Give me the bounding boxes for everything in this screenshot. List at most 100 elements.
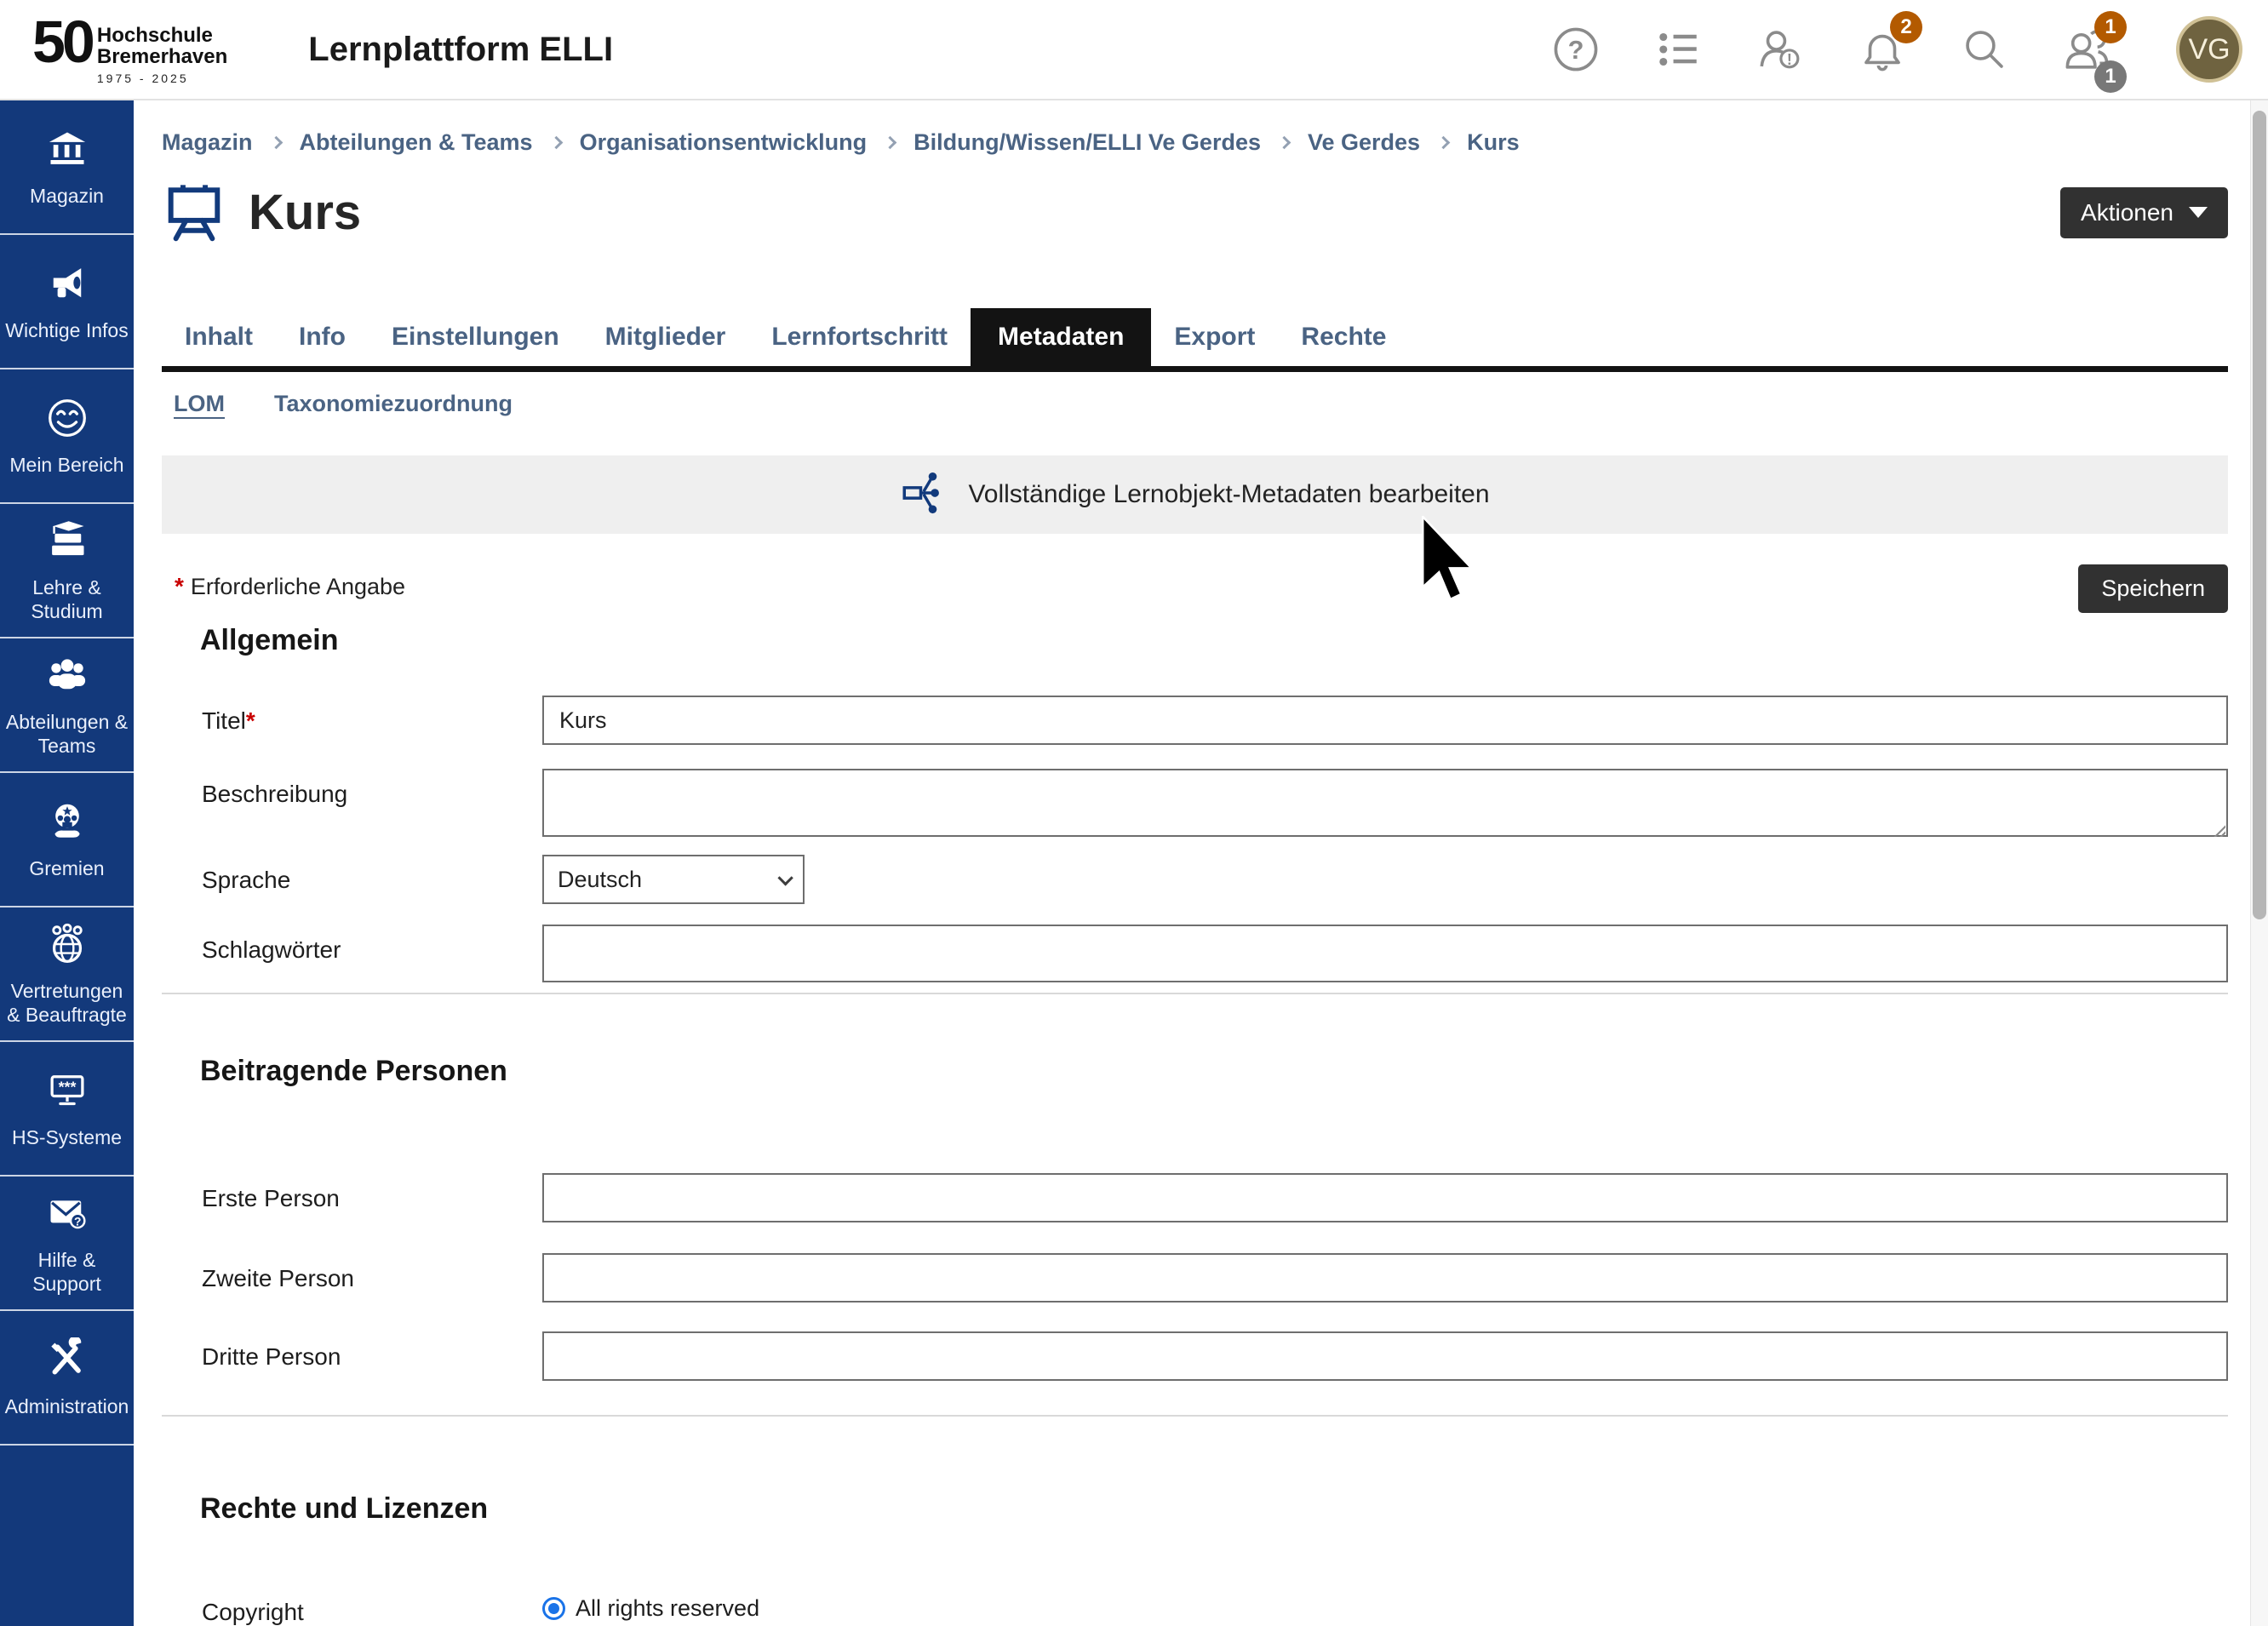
dritte-person-input[interactable] <box>542 1331 2228 1381</box>
main-content: Magazin Abteilungen & Teams Organisation… <box>134 100 2250 1626</box>
vertical-scrollbar[interactable] <box>2250 100 2268 1626</box>
tab-inhalt[interactable]: Inhalt <box>162 308 276 366</box>
chevron-right-icon <box>1278 136 1292 150</box>
university-logo: 50 Hochschule Bremerhaven 1975 - 2025 <box>32 14 227 86</box>
main-navigation-sidebar: Magazin Wichtige Infos Mein Bereich <box>0 100 134 1626</box>
mail-question-icon: ? <box>45 1191 89 1240</box>
sidebar-item-label: Lehre & Studium <box>3 575 130 623</box>
subtab-lom[interactable]: LOM <box>174 391 225 417</box>
subtab-taxonomiezuordnung[interactable]: Taxonomiezuordnung <box>274 391 513 417</box>
sidebar-item-gremien[interactable]: Gremien <box>0 773 134 907</box>
books-icon <box>45 518 89 567</box>
breadcrumb-item-ve-gerdes[interactable]: Ve Gerdes <box>1308 129 1420 156</box>
tab-metadaten[interactable]: Metadaten <box>971 308 1151 366</box>
section-divider <box>162 993 2228 994</box>
chevron-right-icon <box>549 136 563 150</box>
chevron-right-icon <box>269 136 283 150</box>
chevron-down-icon <box>777 870 793 885</box>
zweite-person-input[interactable] <box>542 1253 2228 1303</box>
sidebar-item-label: Abteilungen & Teams <box>3 710 130 758</box>
beschreibung-textarea[interactable] <box>542 769 2228 837</box>
app-title: Lernplattform ELLI <box>308 31 613 69</box>
field-label-sprache: Sprache <box>202 855 542 904</box>
list-menu-icon[interactable] <box>1653 25 1703 74</box>
section-heading-allgemein: Allgemein <box>200 623 2228 657</box>
logo-name-line1: Hochschule <box>97 26 227 47</box>
breadcrumb-item-abteilungen[interactable]: Abteilungen & Teams <box>300 129 533 156</box>
tab-info[interactable]: Info <box>276 308 369 366</box>
monitor-icon: *** <box>45 1068 89 1117</box>
user-avatar[interactable]: VG <box>2176 16 2242 83</box>
required-asterisk: * <box>246 707 255 734</box>
section-heading-beitragende-personen: Beitragende Personen <box>200 1054 2228 1088</box>
metadata-hub-icon <box>900 469 948 521</box>
titel-input[interactable] <box>542 696 2228 745</box>
sidebar-item-abteilungen-teams[interactable]: Abteilungen & Teams <box>0 638 134 773</box>
sprache-select[interactable]: Deutsch <box>542 855 805 904</box>
field-label-titel: Titel* <box>202 696 542 745</box>
page-title: Kurs <box>249 184 361 241</box>
sidebar-item-label: Hilfe & Support <box>3 1248 130 1296</box>
section-divider <box>162 1415 2228 1417</box>
field-label-zweite-person: Zweite Person <box>202 1253 542 1303</box>
sidebar-item-label: Mein Bereich <box>9 453 123 477</box>
schlagwoerter-input[interactable] <box>542 925 2228 982</box>
sidebar-filler <box>0 1446 134 1626</box>
required-hint: *Erforderliche Angabe <box>175 564 405 600</box>
sprache-selected-value: Deutsch <box>558 867 642 893</box>
sidebar-item-label: Gremien <box>29 856 104 880</box>
notifications-bell-icon[interactable]: 2 <box>1858 25 1907 74</box>
sidebar-item-label: Wichtige Infos <box>5 318 128 342</box>
sidebar-item-wichtige-infos[interactable]: Wichtige Infos <box>0 235 134 369</box>
sidebar-item-hs-systeme[interactable]: *** HS-Systeme <box>0 1042 134 1177</box>
chevron-right-icon <box>884 136 897 150</box>
breadcrumb-item-bildung-wissen[interactable]: Bildung/Wissen/ELLI Ve Gerdes <box>914 129 1261 156</box>
tab-lernfortschritt[interactable]: Lernfortschritt <box>748 308 971 366</box>
edit-full-metadata-banner[interactable]: Vollständige Lernobjekt-Metadaten bearbe… <box>162 455 2228 534</box>
breadcrumb-item-magazin[interactable]: Magazin <box>162 129 253 156</box>
sidebar-item-mein-bereich[interactable]: Mein Bereich <box>0 369 134 504</box>
speichern-button[interactable]: Speichern <box>2078 564 2228 613</box>
metadata-subtabs: LOM Taxonomiezuordnung <box>174 389 2228 418</box>
tab-einstellungen[interactable]: Einstellungen <box>369 308 582 366</box>
notifications-badge: 2 <box>1890 11 1922 43</box>
megaphone-icon <box>45 261 89 310</box>
contacts-secondary-badge: 1 <box>2094 60 2127 93</box>
tools-icon <box>45 1337 89 1386</box>
tab-export[interactable]: Export <box>1151 308 1278 366</box>
people-group-icon <box>45 653 89 701</box>
sidebar-item-hilfe-support[interactable]: ? Hilfe & Support <box>0 1177 134 1311</box>
copyright-radio-label: All rights reserved <box>576 1595 759 1622</box>
tab-rechte[interactable]: Rechte <box>1278 308 1409 366</box>
sidebar-item-vertretungen-beauftragte[interactable]: Vertretungen & Beauftragte <box>0 907 134 1042</box>
committee-icon <box>45 799 89 848</box>
scrollbar-thumb[interactable] <box>2253 111 2266 919</box>
sidebar-item-lehre-studium[interactable]: Lehre & Studium <box>0 504 134 638</box>
breadcrumb-item-kurs[interactable]: Kurs <box>1467 129 1520 156</box>
field-label-dritte-person: Dritte Person <box>202 1331 542 1381</box>
sidebar-item-administration[interactable]: Administration <box>0 1311 134 1446</box>
field-label-copyright: Copyright <box>202 1587 542 1626</box>
contacts-icon[interactable]: 1 1 <box>2062 25 2111 74</box>
tab-mitglieder[interactable]: Mitglieder <box>582 308 749 366</box>
chevron-right-icon <box>1437 136 1451 150</box>
breadcrumb-item-organisationsentwicklung[interactable]: Organisationsentwicklung <box>580 129 868 156</box>
field-label-beschreibung: Beschreibung <box>202 769 542 841</box>
banner-label: Vollständige Lernobjekt-Metadaten bearbe… <box>968 480 1489 509</box>
svg-text:?: ? <box>73 1214 80 1228</box>
smiley-icon <box>45 396 89 444</box>
sidebar-item-label: Vertretungen & Beauftragte <box>3 979 130 1027</box>
svg-text:***: *** <box>58 1078 76 1095</box>
sidebar-item-label: Magazin <box>30 184 104 208</box>
user-status-icon[interactable]: ! <box>1755 25 1805 74</box>
help-icon[interactable]: ? <box>1551 25 1601 74</box>
required-asterisk: * <box>175 573 184 599</box>
breadcrumb: Magazin Abteilungen & Teams Organisation… <box>162 129 2228 156</box>
sidebar-item-magazin[interactable]: Magazin <box>0 100 134 235</box>
section-heading-rechte-lizenzen: Rechte und Lizenzen <box>200 1491 2228 1526</box>
aktionen-button[interactable]: Aktionen <box>2060 187 2228 238</box>
erste-person-input[interactable] <box>542 1173 2228 1222</box>
search-icon[interactable] <box>1960 25 2009 74</box>
copyright-radio-selected[interactable] <box>542 1597 565 1620</box>
svg-text:!: ! <box>1787 51 1792 68</box>
